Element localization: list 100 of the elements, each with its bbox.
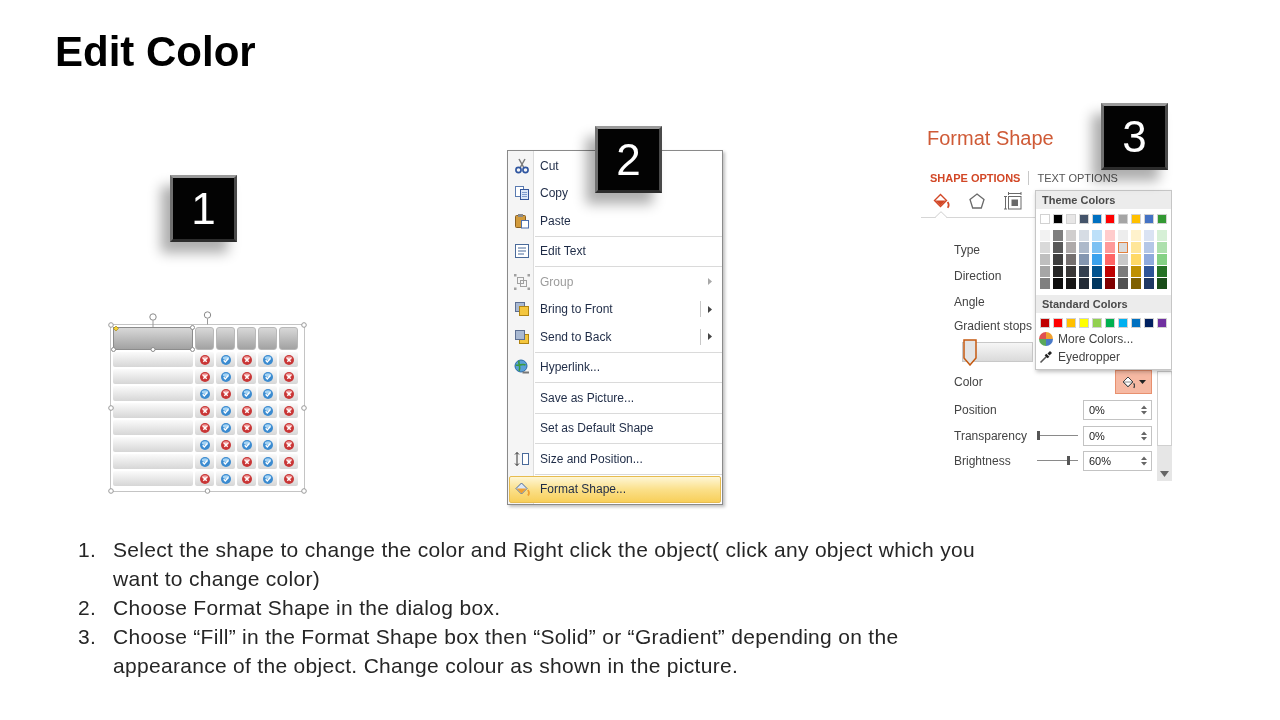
color-swatch[interactable] xyxy=(1131,266,1141,277)
color-swatch[interactable] xyxy=(1118,230,1128,241)
color-swatch[interactable] xyxy=(1092,254,1102,265)
color-swatch[interactable] xyxy=(1079,230,1089,241)
color-swatch[interactable] xyxy=(1053,318,1063,328)
color-swatch[interactable] xyxy=(1053,254,1063,265)
color-swatch[interactable] xyxy=(1066,242,1076,253)
spinner-icon[interactable] xyxy=(1141,405,1147,415)
color-swatch[interactable] xyxy=(1131,278,1141,289)
color-swatch[interactable] xyxy=(1118,318,1128,328)
color-swatch[interactable] xyxy=(1053,242,1063,253)
color-swatch[interactable] xyxy=(1079,278,1089,289)
color-swatch[interactable] xyxy=(1053,278,1063,289)
number-field[interactable]: 60% xyxy=(1083,450,1152,471)
color-swatch[interactable] xyxy=(1131,254,1141,265)
color-swatch[interactable] xyxy=(1118,266,1128,277)
tab[interactable]: SHAPE OPTIONS xyxy=(930,171,1021,185)
color-swatch[interactable] xyxy=(1040,254,1050,265)
color-swatch[interactable] xyxy=(1105,230,1115,241)
color-swatch[interactable] xyxy=(1105,278,1115,289)
menu-item[interactable]: More Colors... xyxy=(1036,330,1171,348)
color-swatch[interactable] xyxy=(1157,242,1167,253)
color-swatch[interactable] xyxy=(1053,266,1063,277)
slider-thumb[interactable] xyxy=(1067,456,1071,465)
color-swatch[interactable] xyxy=(1118,254,1128,265)
color-swatch[interactable] xyxy=(1118,242,1128,253)
color-swatch[interactable] xyxy=(1144,242,1154,253)
color-swatch[interactable] xyxy=(1079,254,1089,265)
color-swatch[interactable] xyxy=(1066,254,1076,265)
spinner-icon[interactable] xyxy=(1141,430,1147,441)
color-swatch[interactable] xyxy=(1157,266,1167,277)
color-swatch[interactable] xyxy=(1118,278,1128,289)
color-swatch[interactable] xyxy=(1040,266,1050,277)
color-swatch[interactable] xyxy=(1105,266,1115,277)
color-swatch[interactable] xyxy=(1092,242,1102,253)
number-field[interactable]: 0% xyxy=(1083,400,1152,420)
color-swatch[interactable] xyxy=(1157,278,1167,289)
color-swatch[interactable] xyxy=(1131,214,1141,224)
tab[interactable]: TEXT OPTIONS xyxy=(1037,171,1118,185)
menu-item[interactable]: Eyedropper xyxy=(1036,348,1171,366)
color-swatch[interactable] xyxy=(1040,242,1050,253)
menu-item[interactable]: Cut xyxy=(509,152,566,180)
menu-item[interactable]: Hyperlink... xyxy=(509,353,608,381)
color-swatch[interactable] xyxy=(1105,214,1115,224)
color-swatch[interactable] xyxy=(1066,266,1076,277)
color-swatch[interactable] xyxy=(1144,214,1154,224)
color-swatch[interactable] xyxy=(1066,230,1076,241)
color-swatch[interactable] xyxy=(1144,230,1154,241)
color-swatch[interactable] xyxy=(1079,266,1089,277)
menu-item[interactable]: Bring to Front xyxy=(509,295,721,323)
menu-item[interactable]: Copy xyxy=(509,179,575,207)
color-swatch[interactable] xyxy=(1144,254,1154,265)
color-swatch[interactable] xyxy=(1105,254,1115,265)
menu-item[interactable]: Format Shape... xyxy=(509,475,721,503)
color-swatch[interactable] xyxy=(1144,318,1154,328)
gradient-stop-handle[interactable] xyxy=(963,339,977,366)
color-swatch[interactable] xyxy=(1066,214,1076,224)
color-swatch[interactable] xyxy=(1079,214,1089,224)
color-swatch[interactable] xyxy=(1040,278,1050,289)
color-swatch[interactable] xyxy=(1105,242,1115,253)
pentagon-icon[interactable] xyxy=(968,192,986,210)
color-swatch[interactable] xyxy=(1157,318,1167,328)
color-swatch[interactable] xyxy=(1053,230,1063,241)
color-swatch[interactable] xyxy=(1092,278,1102,289)
color-swatch[interactable] xyxy=(1040,318,1050,328)
color-swatch[interactable] xyxy=(1092,230,1102,241)
dimensions-icon[interactable] xyxy=(1004,192,1022,210)
color-swatch[interactable] xyxy=(1066,318,1076,328)
color-swatch[interactable] xyxy=(1079,318,1089,328)
menu-item[interactable]: Edit Text xyxy=(509,237,593,265)
color-swatch[interactable] xyxy=(1040,214,1050,224)
spinner-icon[interactable] xyxy=(1141,455,1147,466)
menu-item[interactable]: Save as Picture... xyxy=(509,384,642,412)
paint-bucket-icon[interactable] xyxy=(932,192,950,210)
slider-thumb[interactable] xyxy=(1037,431,1040,440)
color-swatch[interactable] xyxy=(1053,214,1063,224)
down-arrow-icon[interactable] xyxy=(1160,471,1169,477)
color-swatch[interactable] xyxy=(1092,318,1102,328)
color-swatch[interactable] xyxy=(1131,230,1141,241)
color-swatch[interactable] xyxy=(1144,266,1154,277)
menu-item[interactable]: Paste xyxy=(509,207,578,235)
color-swatch[interactable] xyxy=(1157,254,1167,265)
menu-item[interactable]: Send to Back xyxy=(509,323,721,351)
color-swatch[interactable] xyxy=(1131,318,1141,328)
color-swatch[interactable] xyxy=(1157,214,1167,224)
color-swatch[interactable] xyxy=(1105,318,1115,328)
color-swatch[interactable] xyxy=(1079,242,1089,253)
selection-handles[interactable] xyxy=(108,309,310,496)
scrollbar[interactable] xyxy=(1157,371,1172,481)
color-swatch[interactable] xyxy=(1092,266,1102,277)
color-swatch[interactable] xyxy=(1066,278,1076,289)
color-swatch[interactable] xyxy=(1092,214,1102,224)
color-swatch[interactable] xyxy=(1118,214,1128,224)
number-field[interactable]: 0% xyxy=(1083,425,1152,446)
color-button[interactable] xyxy=(1115,370,1152,394)
menu-item[interactable]: Size and Position... xyxy=(509,445,650,473)
scrollbar-thumb[interactable] xyxy=(1157,371,1172,446)
color-swatch[interactable] xyxy=(1144,278,1154,289)
color-swatch[interactable] xyxy=(1040,230,1050,241)
color-swatch[interactable] xyxy=(1157,230,1167,241)
